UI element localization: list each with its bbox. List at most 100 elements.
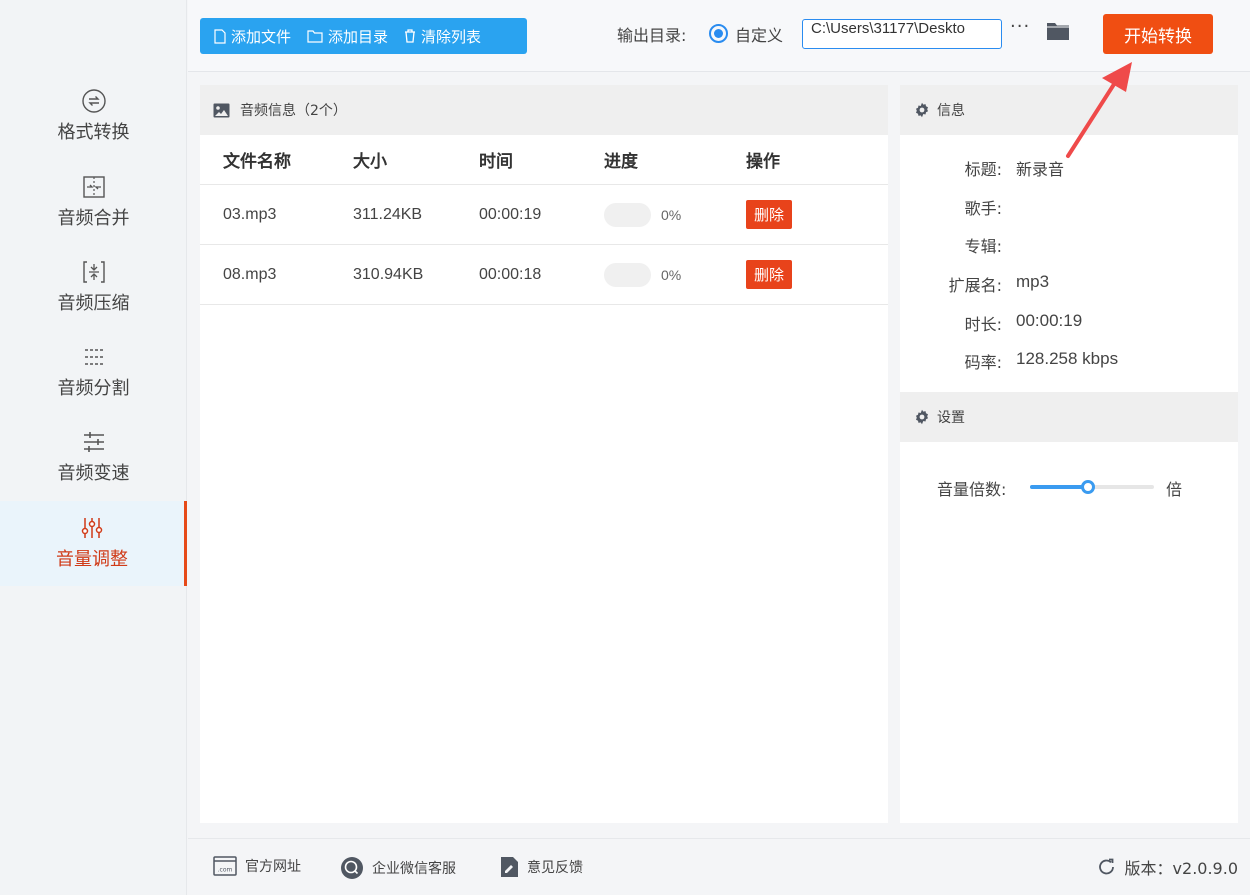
info-value: 128.258 kbps: [1016, 349, 1119, 368]
column-header-progress: 进度: [604, 152, 638, 172]
info-key: 扩展名:: [948, 276, 1002, 295]
refresh-icon[interactable]: [1097, 857, 1117, 877]
trash-icon: [405, 29, 416, 43]
compress-icon: [82, 261, 105, 283]
svg-text:.com: .com: [218, 867, 233, 874]
volume-slider-thumb[interactable]: [1081, 480, 1096, 494]
sidebar: 格式转换 音频合并 音频压缩 音频分割 音频变速 音量调整: [0, 0, 187, 895]
info-row-artist: 歌手:: [900, 195, 1238, 219]
progress-text: 0%: [661, 266, 682, 283]
action-cell: 删除: [746, 200, 886, 229]
sidebar-item-label: 音量调整: [56, 549, 128, 570]
version-info: 版本：v2.0.9.0: [1097, 855, 1238, 879]
volume-adjust-icon: [81, 518, 103, 538]
volume-unit-label: 倍: [1166, 480, 1183, 499]
add-directory-label: 添加目录: [328, 27, 389, 46]
merge-icon: [82, 176, 105, 198]
website-icon: .com: [213, 856, 237, 876]
speed-icon: [83, 432, 104, 452]
add-directory-button[interactable]: 添加目录: [303, 18, 400, 54]
info-title: 信息: [937, 103, 965, 119]
feedback-link[interactable]: 意见反馈: [500, 856, 583, 878]
custom-radio-label[interactable]: 自定义: [735, 22, 783, 46]
sidebar-item-compress[interactable]: 音频压缩: [0, 259, 187, 344]
progress-text: 0%: [661, 206, 682, 223]
file-icon: [214, 28, 226, 44]
add-file-label: 添加文件: [231, 27, 292, 46]
add-file-button[interactable]: 添加文件: [210, 18, 303, 54]
column-header-time: 时间: [479, 152, 513, 172]
audio-info-title: 音频信息（2个）: [240, 103, 347, 119]
sidebar-item-label: 音频变速: [57, 463, 130, 484]
progress-cell: 0%: [604, 202, 746, 227]
settings-title: 设置: [937, 410, 965, 426]
official-website-label: 官方网址: [245, 859, 301, 875]
volume-slider[interactable]: [1030, 480, 1154, 494]
info-row-duration: 时长: 00:00:19: [900, 311, 1238, 335]
sidebar-item-label: 音频合并: [57, 208, 130, 229]
progress-bar: [604, 202, 651, 227]
sidebar-item-label: 格式转换: [57, 122, 130, 143]
action-cell: 删除: [746, 260, 886, 289]
file-size: 310.94KB: [353, 265, 424, 283]
start-convert-button[interactable]: 开始转换: [1103, 14, 1213, 54]
volume-multiplier-row: 音量倍数: 倍: [900, 473, 1238, 503]
progress-bar: [604, 262, 651, 287]
clear-list-button[interactable]: 清除列表: [400, 18, 493, 54]
folder-outline-icon: [307, 29, 323, 43]
sidebar-item-label: 音频分割: [57, 378, 130, 399]
file-name: 08.mp3: [223, 265, 277, 283]
wechat-support-link[interactable]: 企业微信客服: [340, 856, 456, 880]
wechat-icon: [341, 857, 363, 879]
table-row[interactable]: 08.mp3 310.94KB 00:00:18 0% 删除: [200, 245, 888, 305]
official-website-link[interactable]: .com 官方网址: [213, 856, 301, 876]
column-header-size: 大小: [353, 152, 387, 172]
audio-info-header: 音频信息（2个）: [200, 85, 888, 135]
column-header-name: 文件名称: [223, 152, 291, 172]
more-options-button[interactable]: ···: [1010, 16, 1030, 37]
image-icon: [213, 103, 230, 117]
volume-multiplier-label: 音量倍数:: [937, 480, 1007, 499]
info-value: mp3: [1016, 272, 1050, 291]
annotation-arrow-icon: [1066, 62, 1132, 158]
settings-header: 设置: [900, 392, 1238, 442]
volume-slider-fill: [1030, 485, 1089, 489]
delete-button[interactable]: 删除: [746, 200, 793, 229]
file-name: 03.mp3: [223, 205, 277, 223]
feedback-icon: [501, 857, 518, 877]
table-row[interactable]: 03.mp3 311.24KB 00:00:19 0% 删除: [200, 185, 888, 245]
info-key: 标题:: [964, 160, 1002, 179]
gear-icon: [916, 409, 928, 425]
info-row-bitrate: 码率: 128.258 kbps: [900, 349, 1238, 373]
sidebar-item-volume-adjust[interactable]: 音量调整: [0, 501, 187, 586]
sidebar-item-merge[interactable]: 音频合并: [0, 174, 187, 259]
file-table-header: 文件名称 大小 时间 进度 操作: [200, 135, 888, 185]
gear-icon: [916, 102, 928, 118]
delete-button[interactable]: 删除: [746, 260, 793, 289]
version-label: 版本：v2.0.9.0: [1124, 859, 1238, 878]
folder-icon[interactable]: [1046, 21, 1070, 41]
sidebar-item-label: 音频压缩: [57, 293, 130, 314]
sidebar-item-format-convert[interactable]: 格式转换: [0, 88, 187, 173]
info-key: 歌手:: [964, 199, 1002, 218]
bottom-bar: .com 官方网址 企业微信客服 意见反馈 版本：v2.0.9.0: [188, 838, 1250, 895]
clear-list-label: 清除列表: [421, 27, 482, 46]
file-action-group: 添加文件 添加目录 清除列表: [200, 18, 527, 54]
info-key: 码率:: [964, 353, 1002, 372]
file-duration: 00:00:19: [479, 205, 542, 223]
column-header-action: 操作: [746, 152, 780, 172]
audio-file-panel: 音频信息（2个） 文件名称 大小 时间 进度 操作 03.mp3 311.24K…: [200, 85, 888, 823]
info-row-album: 专辑:: [900, 233, 1238, 257]
file-duration: 00:00:18: [479, 265, 542, 283]
file-size: 311.24KB: [353, 205, 423, 223]
feedback-label: 意见反馈: [527, 860, 583, 876]
wechat-support-label: 企业微信客服: [372, 861, 456, 877]
format-convert-icon: [81, 89, 106, 113]
custom-radio[interactable]: [709, 24, 728, 43]
info-row-extension: 扩展名: mp3: [900, 272, 1238, 296]
split-icon: [84, 349, 103, 365]
output-path-input[interactable]: C:\Users\31177\Deskto: [802, 19, 1002, 49]
progress-cell: 0%: [604, 262, 746, 287]
sidebar-item-split[interactable]: 音频分割: [0, 344, 187, 429]
info-settings-panel: 信息 标题: 新录音 歌手: 专辑: 扩展名: mp3 时长: 00:00:19 码率…: [900, 85, 1238, 823]
